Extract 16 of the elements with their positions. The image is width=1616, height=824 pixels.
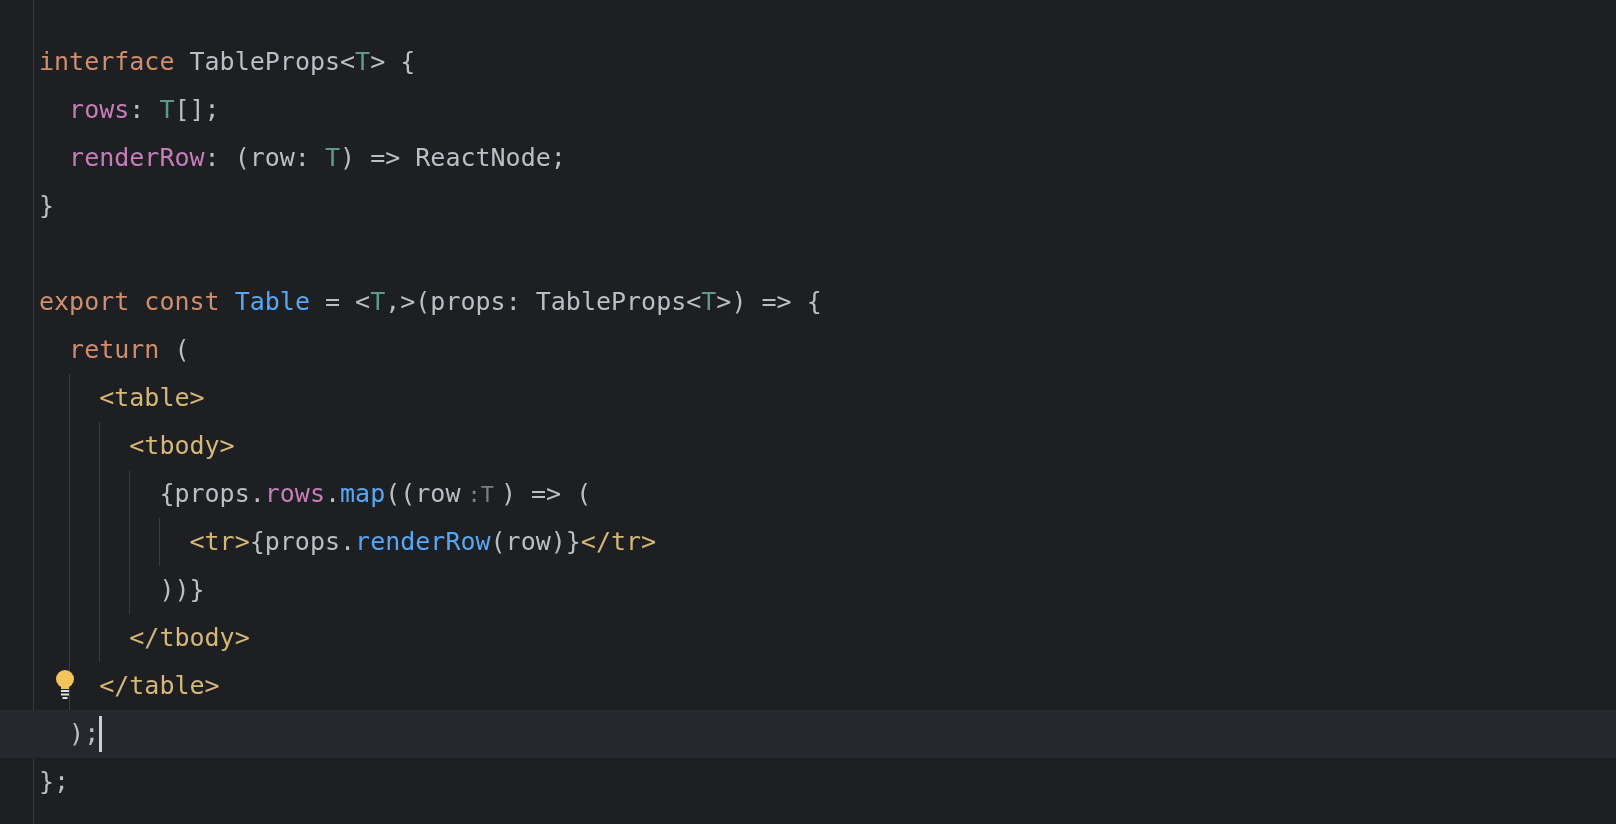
code-line: ))} [159, 574, 205, 606]
code-line: return ( [69, 334, 190, 366]
code-line: <tr>{props.renderRow(row)}</tr> [189, 526, 657, 558]
code-line: rows: T[]; [69, 94, 220, 126]
code-line: }; [39, 766, 70, 798]
lightbulb-icon[interactable] [55, 669, 75, 699]
code-line: ); [69, 718, 100, 750]
code-line: <table> [99, 382, 205, 414]
code-line: </tbody> [129, 622, 250, 654]
code-line: } [39, 190, 55, 222]
code-line: renderRow: (row: T) => ReactNode; [69, 142, 566, 174]
code-line: </table> [99, 670, 220, 702]
code-line: <tbody> [129, 430, 235, 462]
code-line: export const Table = <T,>(props: TableProps<T>) => { [39, 286, 822, 318]
code-line: {props.rows.map((row :T ) => ( [159, 477, 592, 510]
code-line: interface TableProps<T> { [39, 46, 416, 78]
